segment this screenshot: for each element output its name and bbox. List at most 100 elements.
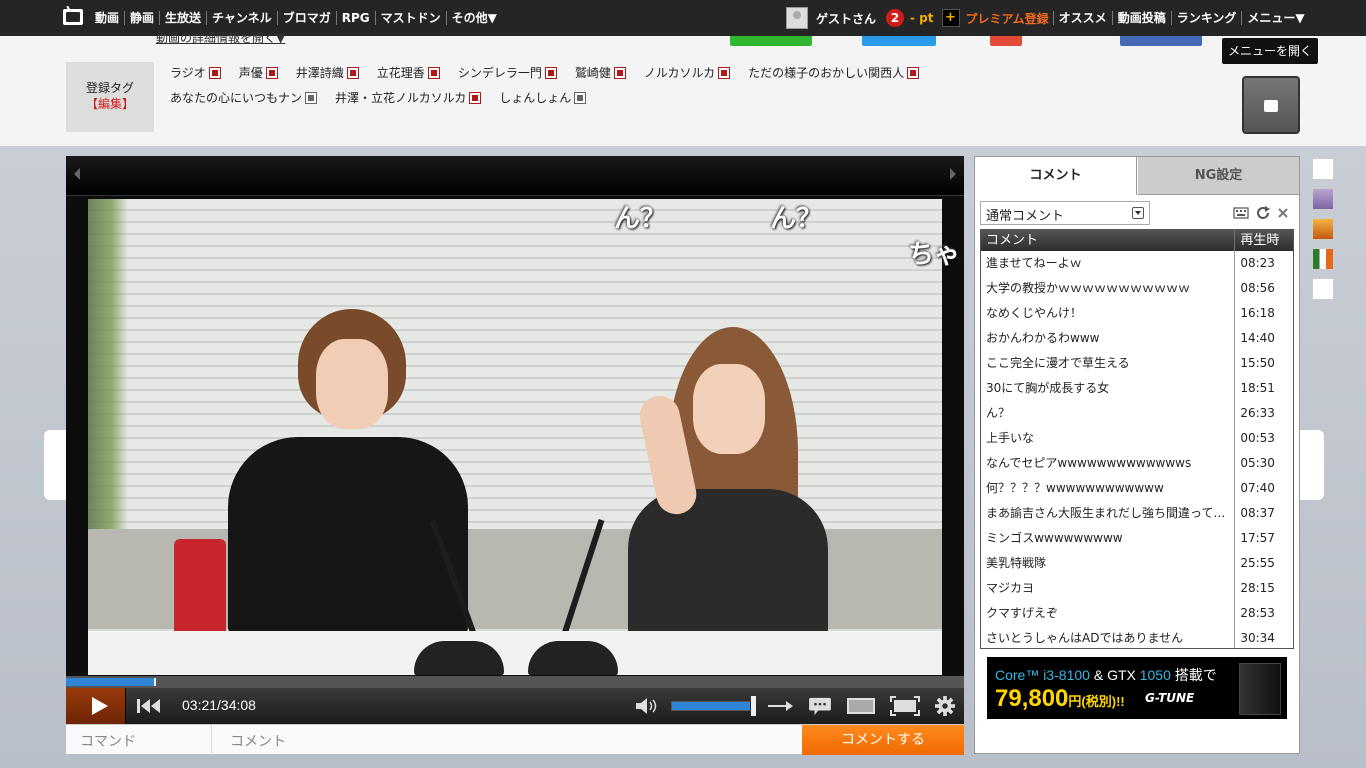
nav-item-channel[interactable]: チャンネル bbox=[206, 11, 277, 25]
tag-item[interactable]: 立花理香 bbox=[377, 64, 440, 81]
dictionary-icon[interactable] bbox=[208, 66, 221, 79]
list-item[interactable]: なめくじやんけ！ 16:18 bbox=[981, 301, 1293, 326]
list-item[interactable]: 進ませてねーよｗ 08:23 bbox=[981, 251, 1293, 276]
tag-item[interactable]: ただの様子のおかしい関西人 bbox=[748, 64, 920, 81]
list-item[interactable]: 美乳特戦隊 25:55 bbox=[981, 551, 1293, 576]
line-share-icon[interactable] bbox=[730, 36, 812, 46]
close-icon[interactable] bbox=[1277, 205, 1289, 221]
tag-item[interactable]: 井澤詩織 bbox=[296, 64, 359, 81]
list-item[interactable]: おかんわかるわwww 14:40 bbox=[981, 326, 1293, 351]
settings-gear-icon[interactable] bbox=[934, 696, 956, 716]
list-item[interactable]: まあ諭吉さん大阪生まれだし強ち間違ってないなwww 08:37 bbox=[981, 501, 1293, 526]
list-item[interactable]: マジカヨ 28:15 bbox=[981, 576, 1293, 601]
tag-text[interactable]: あなたの心にいつもナン bbox=[170, 89, 302, 106]
tag-text[interactable]: 鷲崎健 bbox=[575, 64, 611, 81]
tag-edit-link[interactable]: 【編集】 bbox=[66, 96, 154, 112]
googleplus-share-icon[interactable] bbox=[990, 36, 1022, 46]
keyboard-icon[interactable] bbox=[1233, 205, 1249, 221]
avatar[interactable] bbox=[786, 7, 808, 29]
mini-panel-icon[interactable] bbox=[1312, 158, 1334, 180]
comment-toggle-icon[interactable] bbox=[806, 696, 834, 716]
nav-item-upload[interactable]: 動画投稿 bbox=[1111, 11, 1171, 25]
premium-register-link[interactable]: プレミアム登録 bbox=[966, 10, 1049, 27]
chevron-down-icon[interactable] bbox=[1132, 207, 1144, 219]
nav-item-seiga[interactable]: 静画 bbox=[124, 11, 159, 25]
nav-item-douga[interactable]: 動画 bbox=[90, 11, 124, 25]
tag-item[interactable]: ラジオ bbox=[170, 64, 221, 81]
mini-thumb-icon[interactable] bbox=[1312, 248, 1334, 270]
list-item[interactable]: ここ完全に漫才で草生える 15:50 bbox=[981, 351, 1293, 376]
seek-bar[interactable] bbox=[66, 676, 964, 688]
volume-slider[interactable] bbox=[671, 701, 755, 711]
dictionary-icon[interactable] bbox=[907, 66, 920, 79]
dictionary-icon[interactable] bbox=[544, 66, 557, 79]
list-item[interactable]: 大学の教授かｗｗｗｗｗｗｗｗｗｗｗ 08:56 bbox=[981, 276, 1293, 301]
tag-item[interactable]: あなたの心にいつもナン bbox=[170, 89, 318, 106]
niconico-tv-logo-icon[interactable] bbox=[63, 9, 83, 25]
rewind-to-start-icon[interactable] bbox=[136, 698, 162, 714]
list-item[interactable]: クマすげえぞ 28:53 bbox=[981, 601, 1293, 626]
mini-thumb-icon[interactable] bbox=[1312, 278, 1334, 300]
comment-input[interactable]: コメント bbox=[212, 725, 802, 755]
marquee-next-icon[interactable] bbox=[950, 168, 956, 180]
tag-item[interactable]: しょんしょん bbox=[499, 89, 587, 106]
advertisement-banner[interactable]: Core™ i3-8100 & GTX 1050 搭載で 79,800円(税別)… bbox=[987, 657, 1287, 719]
tag-text[interactable]: 立花理香 bbox=[377, 64, 425, 81]
tag-text[interactable]: 井澤詩織 bbox=[296, 64, 344, 81]
video-screen[interactable]: ん？ ん？ ちゃ bbox=[66, 196, 964, 676]
tag-text[interactable]: 井澤・立花ノルカソルカ bbox=[335, 89, 466, 106]
list-item[interactable]: 何？？？？wwwwwwwwwwww 07:40 bbox=[981, 476, 1293, 501]
user-name[interactable]: ゲストさん bbox=[816, 10, 876, 27]
refresh-icon[interactable] bbox=[1255, 205, 1271, 221]
marquee-prev-icon[interactable] bbox=[74, 168, 80, 180]
nav-item-other[interactable]: その他▼ bbox=[445, 11, 502, 25]
twitter-share-icon[interactable] bbox=[862, 36, 936, 46]
list-item[interactable]: 上手いな 00:53 bbox=[981, 426, 1293, 451]
command-input[interactable]: コマンド bbox=[66, 725, 212, 755]
tag-text[interactable]: ラジオ bbox=[170, 64, 206, 81]
nav-item-mastodon[interactable]: マストドン bbox=[374, 11, 446, 25]
nav-item-menu[interactable]: メニュー▼ bbox=[1241, 11, 1309, 25]
nav-item-blomaga[interactable]: ブロマガ bbox=[276, 11, 336, 25]
tag-text[interactable]: シンデレラ一門 bbox=[458, 64, 542, 81]
tag-text[interactable]: ただの様子のおかしい関西人 bbox=[748, 64, 904, 81]
play-button[interactable] bbox=[66, 688, 126, 724]
dictionary-icon[interactable] bbox=[469, 91, 482, 104]
tag-text[interactable]: 声優 bbox=[239, 64, 263, 81]
column-playback-time[interactable]: 再生時 bbox=[1235, 230, 1293, 251]
dictionary-icon[interactable] bbox=[718, 66, 731, 79]
tag-item[interactable]: ノルカソルカ bbox=[644, 64, 731, 81]
tag-item[interactable]: 井澤・立花ノルカソルカ bbox=[335, 89, 482, 106]
column-comment[interactable]: コメント bbox=[981, 230, 1236, 251]
video-detail-link[interactable]: 動画の詳細情報を開く▼ bbox=[156, 29, 285, 46]
loop-arrow-icon[interactable] bbox=[766, 696, 794, 716]
tag-item[interactable]: 鷲崎健 bbox=[575, 64, 626, 81]
comment-submit-button[interactable]: コメントする bbox=[802, 725, 964, 755]
dictionary-missing-icon[interactable] bbox=[305, 91, 318, 104]
fullscreen-icon[interactable] bbox=[890, 696, 920, 716]
screen-size-icon[interactable] bbox=[846, 696, 876, 716]
tag-item[interactable]: シンデレラ一門 bbox=[458, 64, 557, 81]
dictionary-icon[interactable] bbox=[265, 66, 278, 79]
facebook-like-icon[interactable] bbox=[1120, 36, 1202, 46]
list-item[interactable]: なんでセピアwwwwwwwwwwwwws 05:30 bbox=[981, 451, 1293, 476]
mini-thumb-icon[interactable] bbox=[1312, 218, 1334, 240]
tab-comment[interactable]: コメント bbox=[975, 157, 1137, 195]
dictionary-missing-icon[interactable] bbox=[574, 91, 587, 104]
dictionary-icon[interactable] bbox=[346, 66, 359, 79]
volume-icon[interactable] bbox=[634, 697, 662, 715]
menu-open-button[interactable] bbox=[1242, 76, 1300, 134]
list-item[interactable]: ミンゴスwwwwwwwww 17:57 bbox=[981, 526, 1293, 551]
nav-item-ranking[interactable]: ランキング bbox=[1170, 11, 1242, 25]
premium-plus-icon[interactable]: + bbox=[941, 9, 960, 27]
volume-knob[interactable] bbox=[751, 696, 756, 716]
tag-item[interactable]: 声優 bbox=[239, 64, 278, 81]
tag-text[interactable]: ノルカソルカ bbox=[644, 64, 715, 81]
tab-ng-settings[interactable]: NG設定 bbox=[1138, 157, 1299, 195]
list-item[interactable]: ん？ 26:33 bbox=[981, 401, 1293, 426]
dictionary-icon[interactable] bbox=[427, 66, 440, 79]
nav-item-recommend[interactable]: オススメ bbox=[1052, 11, 1112, 25]
tag-text[interactable]: しょんしょん bbox=[499, 89, 571, 106]
dictionary-icon[interactable] bbox=[613, 66, 626, 79]
comment-type-select[interactable]: 通常コメント bbox=[980, 201, 1150, 225]
